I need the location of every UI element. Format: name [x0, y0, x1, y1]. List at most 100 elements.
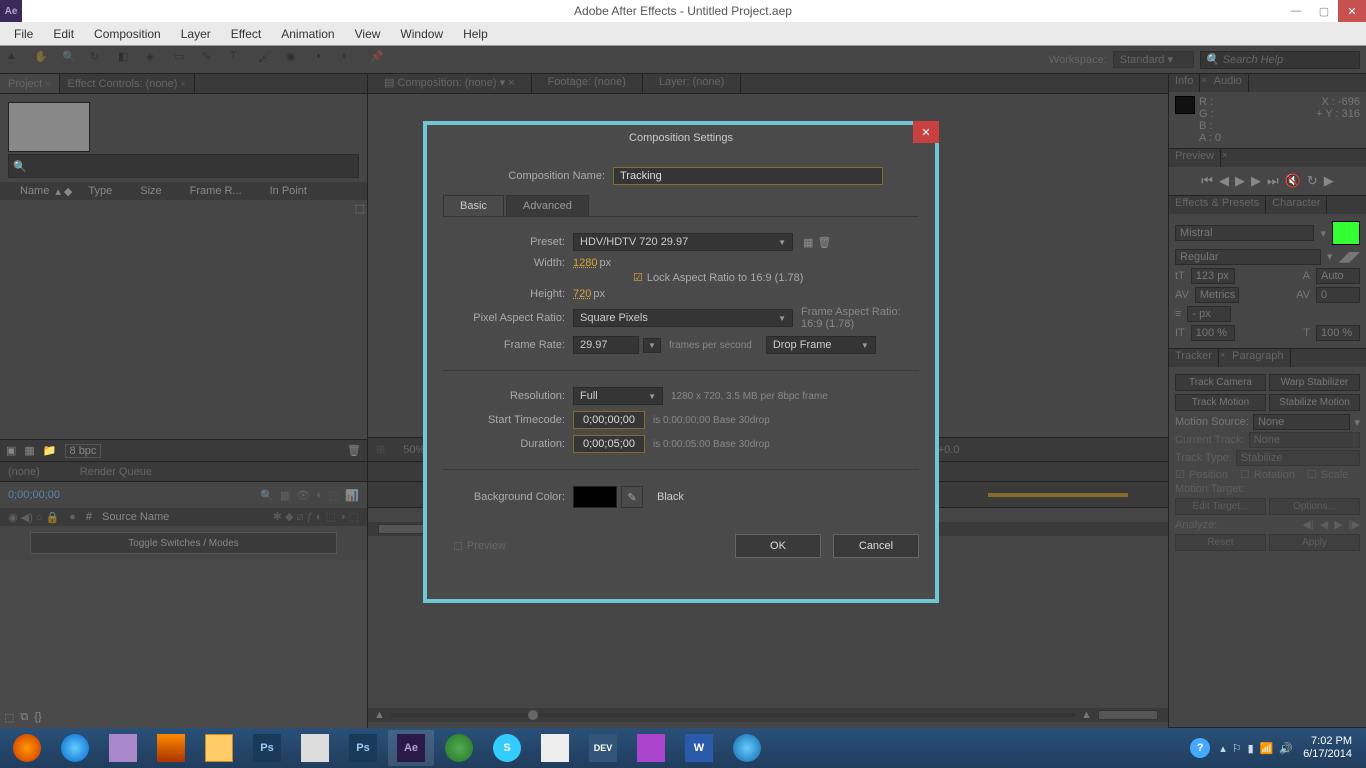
hscale-input[interactable]: 100 % — [1316, 325, 1360, 341]
tb-firefox-icon[interactable] — [4, 730, 50, 766]
help-tray-icon[interactable]: ? — [1190, 738, 1210, 758]
tab-audio[interactable]: Audio — [1208, 74, 1249, 92]
motion-source-select[interactable]: None — [1253, 414, 1350, 430]
comp-name-input[interactable]: Tracking — [613, 167, 883, 185]
folder-icon[interactable]: ▣ — [6, 444, 16, 457]
tab-preview[interactable]: Preview — [1169, 149, 1221, 167]
menu-view[interactable]: View — [345, 25, 391, 43]
menu-composition[interactable]: Composition — [84, 25, 171, 43]
tl-search-icon[interactable]: 🔍 — [260, 489, 274, 502]
close-button[interactable]: ✕ — [1338, 0, 1366, 22]
tl-graph-icon[interactable]: 📊 — [345, 489, 359, 502]
minimize-button[interactable]: — — [1282, 0, 1310, 22]
last-frame-icon[interactable]: ⏭ — [1267, 173, 1279, 189]
tb-wireshark-icon[interactable] — [532, 730, 578, 766]
mute-icon[interactable]: 🔇 — [1285, 173, 1301, 189]
sb-icon-3[interactable]: {} — [34, 711, 41, 724]
zoom-tool-icon[interactable]: 🔍 — [62, 50, 82, 70]
sb-icon-1[interactable]: ⬚ — [4, 711, 14, 724]
workspace-dropdown[interactable]: Standard ▾ — [1113, 51, 1194, 68]
tracking-input[interactable]: 0 — [1316, 287, 1360, 303]
timecode-display[interactable]: 0;00;00;00 — [8, 489, 60, 501]
ok-button[interactable]: OK — [735, 534, 821, 558]
timeline-zoom-bar[interactable]: ▲ ▲ — [368, 708, 1168, 722]
menu-layer[interactable]: Layer — [171, 25, 221, 43]
tb-aftereffects-icon[interactable]: Ae — [388, 730, 434, 766]
tab-effect-controls[interactable]: Effect Controls: (none)× — [60, 74, 195, 93]
tab-paragraph[interactable]: Paragraph — [1226, 349, 1290, 367]
tb-photoshop2-icon[interactable]: Ps — [340, 730, 386, 766]
col-type[interactable]: Type — [72, 185, 124, 197]
menu-edit[interactable]: Edit — [43, 25, 84, 43]
warp-stabilizer-button[interactable]: Warp Stabilizer — [1269, 374, 1360, 391]
loop-icon[interactable]: ↻ — [1307, 173, 1318, 189]
tab-render-queue[interactable]: Render Queue — [80, 466, 152, 478]
zoom-slider-thumb[interactable] — [528, 710, 538, 720]
tb-torrent-icon[interactable] — [436, 730, 482, 766]
reset-button[interactable]: Reset — [1175, 534, 1266, 551]
drop-frame-select[interactable]: Drop Frame▼ — [766, 336, 876, 354]
kerning-input[interactable]: Metrics — [1195, 287, 1239, 303]
rotate-tool-icon[interactable]: ↻ — [90, 50, 110, 70]
analyze-back-all-icon[interactable]: ◀| — [1302, 518, 1313, 531]
analyze-back-icon[interactable]: ◀ — [1320, 518, 1328, 531]
bpc-toggle[interactable]: 8 bpc — [65, 444, 102, 458]
track-motion-button[interactable]: Track Motion — [1175, 394, 1266, 411]
menu-help[interactable]: Help — [453, 25, 498, 43]
stabilize-motion-button[interactable]: Stabilize Motion — [1269, 394, 1360, 411]
tab-footage-viewer[interactable]: Footage: (none) — [532, 74, 643, 93]
tab-project[interactable]: Project× — [0, 74, 60, 93]
options-button[interactable]: Options... — [1269, 498, 1360, 515]
current-track-select[interactable]: None — [1249, 432, 1360, 448]
font-weight-select[interactable]: Regular — [1175, 249, 1321, 265]
search-help-input[interactable]: 🔍 Search Help — [1200, 51, 1360, 69]
col-size[interactable]: Size — [124, 185, 173, 197]
vf-exposure[interactable]: +0.0 — [938, 444, 960, 456]
tray-battery-icon[interactable]: ▮ — [1248, 742, 1254, 755]
vf-grid-icon[interactable]: ⊞ — [376, 443, 385, 456]
trash-icon[interactable]: 🗑 — [347, 444, 361, 457]
project-search-input[interactable]: 🔍 — [8, 154, 359, 178]
menu-file[interactable]: File — [4, 25, 43, 43]
framerate-input[interactable]: 29.97 — [573, 336, 639, 354]
puppet-tool-icon[interactable]: 📌 — [370, 50, 390, 70]
vscale-input[interactable]: 100 % — [1191, 325, 1235, 341]
text-tool-icon[interactable]: T — [230, 50, 250, 70]
anchor-tool-icon[interactable]: ◈ — [146, 50, 166, 70]
tab-advanced[interactable]: Advanced — [506, 195, 589, 216]
work-area-bar[interactable] — [988, 493, 1128, 497]
zoom-value[interactable]: 50% — [403, 444, 425, 456]
dialog-titlebar[interactable]: Composition Settings ✕ — [427, 125, 935, 151]
tb-generic-icon[interactable] — [292, 730, 338, 766]
system-clock[interactable]: 7:02 PM 6/17/2014 — [1303, 735, 1352, 761]
duration-input[interactable]: 0;00;05;00 — [573, 435, 645, 453]
roto-tool-icon[interactable]: ◐ — [342, 50, 362, 70]
save-preset-icon[interactable]: ▦ — [803, 236, 813, 249]
tab-effects-presets[interactable]: Effects & Presets — [1169, 196, 1266, 214]
tb-skype-icon[interactable]: S — [484, 730, 530, 766]
dialog-close-button[interactable]: ✕ — [913, 121, 939, 143]
play-icon[interactable]: ▶ — [1235, 173, 1245, 189]
start-timecode-input[interactable]: 0;00;00;00 — [573, 411, 645, 429]
tab-layer-viewer[interactable]: Layer: (none) — [643, 74, 741, 93]
toggle-switches-button[interactable]: Toggle Switches / Modes — [30, 532, 337, 554]
tray-volume-icon[interactable]: 🔊 — [1279, 742, 1293, 755]
stroke-width-input[interactable]: - px — [1187, 306, 1231, 322]
col-inpoint[interactable]: In Point — [254, 185, 319, 197]
tab-character[interactable]: Character — [1266, 196, 1327, 214]
sb-icon-2[interactable]: ⧉ — [20, 711, 28, 724]
menu-animation[interactable]: Animation — [271, 25, 344, 43]
eraser-tool-icon[interactable]: ◑ — [314, 50, 334, 70]
tl-blur-icon[interactable]: ◐ — [316, 489, 323, 502]
preset-select[interactable]: HDV/HDTV 720 29.97▼ — [573, 233, 793, 251]
fill-color-swatch[interactable] — [1332, 221, 1360, 245]
tab-tracker[interactable]: Tracker — [1169, 349, 1219, 367]
shape-tool-icon[interactable]: ▭ — [174, 50, 194, 70]
menu-window[interactable]: Window — [390, 25, 453, 43]
width-value[interactable]: 1280 — [573, 257, 597, 269]
prev-frame-icon[interactable]: ◀ — [1219, 173, 1229, 189]
tb-viewer-icon[interactable] — [100, 730, 146, 766]
stroke-swap-icon[interactable]: ◢◤ — [1338, 248, 1360, 265]
preview-checkbox[interactable]: ☐ — [453, 540, 463, 553]
leading-input[interactable]: Auto — [1316, 268, 1360, 284]
